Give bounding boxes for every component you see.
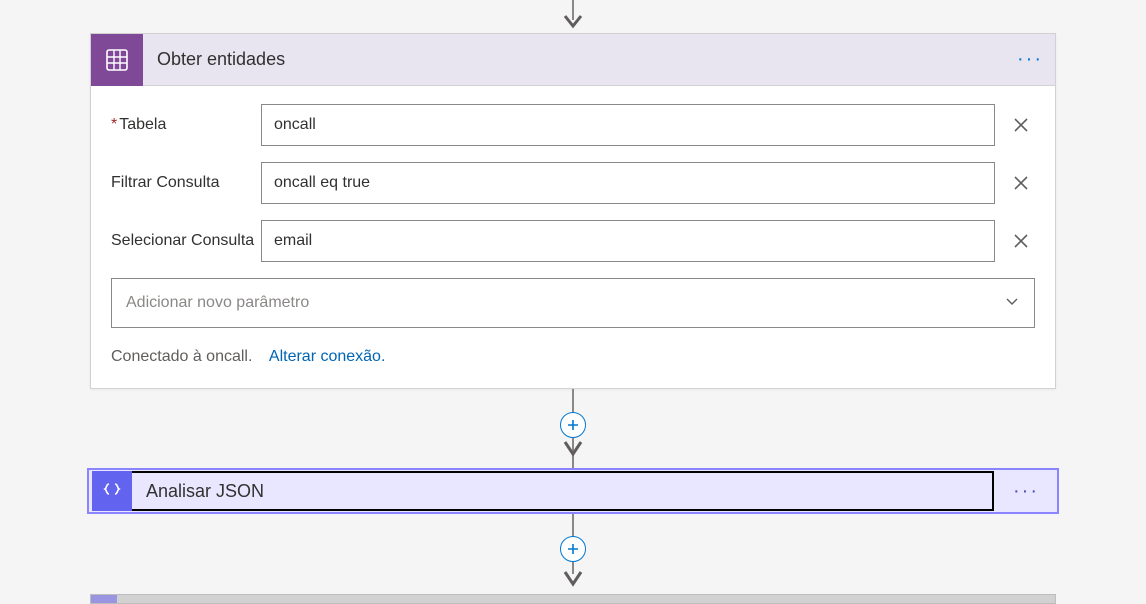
field-row-filter: Filtrar Consulta oncall eq true <box>111 162 1035 204</box>
next-card-top-edge <box>90 594 1056 604</box>
parse-json-icon <box>92 471 132 511</box>
storage-table-icon <box>91 34 143 86</box>
field-row-select: Selecionar Consulta email <box>111 220 1035 262</box>
change-connection-link[interactable]: Alterar conexão. <box>269 348 386 365</box>
field-label-filter: Filtrar Consulta <box>111 174 261 192</box>
connector-arrow-top <box>558 0 588 34</box>
action-card-analisar-json[interactable]: Analisar JSON ··· <box>87 468 1059 514</box>
connection-info: Conectado à oncall. Alterar conexão. <box>111 348 1035 366</box>
card-title: Obter entidades <box>143 49 1005 70</box>
connector-line-2 <box>572 514 574 538</box>
card-header[interactable]: Obter entidades ··· <box>91 34 1055 86</box>
add-step-button-2[interactable] <box>560 536 586 562</box>
table-input[interactable]: oncall <box>261 104 995 146</box>
add-parameter-dropdown[interactable]: Adicionar novo parâmetro <box>111 278 1035 328</box>
next-card-icon-edge <box>91 595 117 603</box>
connector-arrow-1 <box>561 438 585 469</box>
connected-text: Conectado à oncall. <box>111 348 252 365</box>
add-step-button-1[interactable] <box>560 412 586 438</box>
card2-title: Analisar JSON <box>132 481 264 502</box>
clear-table-button[interactable] <box>1007 111 1035 139</box>
field-label-table: *Tabela <box>111 116 261 134</box>
card-menu-button[interactable]: ··· <box>1005 34 1055 86</box>
clear-filter-button[interactable] <box>1007 169 1035 197</box>
required-asterisk: * <box>111 116 117 133</box>
connector-arrow-2 <box>561 562 585 593</box>
action-card-obter-entidades: Obter entidades ··· *Tabela oncall <box>90 33 1056 389</box>
clear-select-button[interactable] <box>1007 227 1035 255</box>
select-query-input[interactable]: email <box>261 220 995 262</box>
field-row-table: *Tabela oncall <box>111 104 1035 146</box>
filter-query-input[interactable]: oncall eq true <box>261 162 995 204</box>
card2-menu-button[interactable]: ··· <box>1003 468 1049 514</box>
add-parameter-placeholder: Adicionar novo parâmetro <box>126 294 309 312</box>
chevron-down-icon <box>1004 293 1020 314</box>
field-label-select: Selecionar Consulta <box>111 232 261 250</box>
